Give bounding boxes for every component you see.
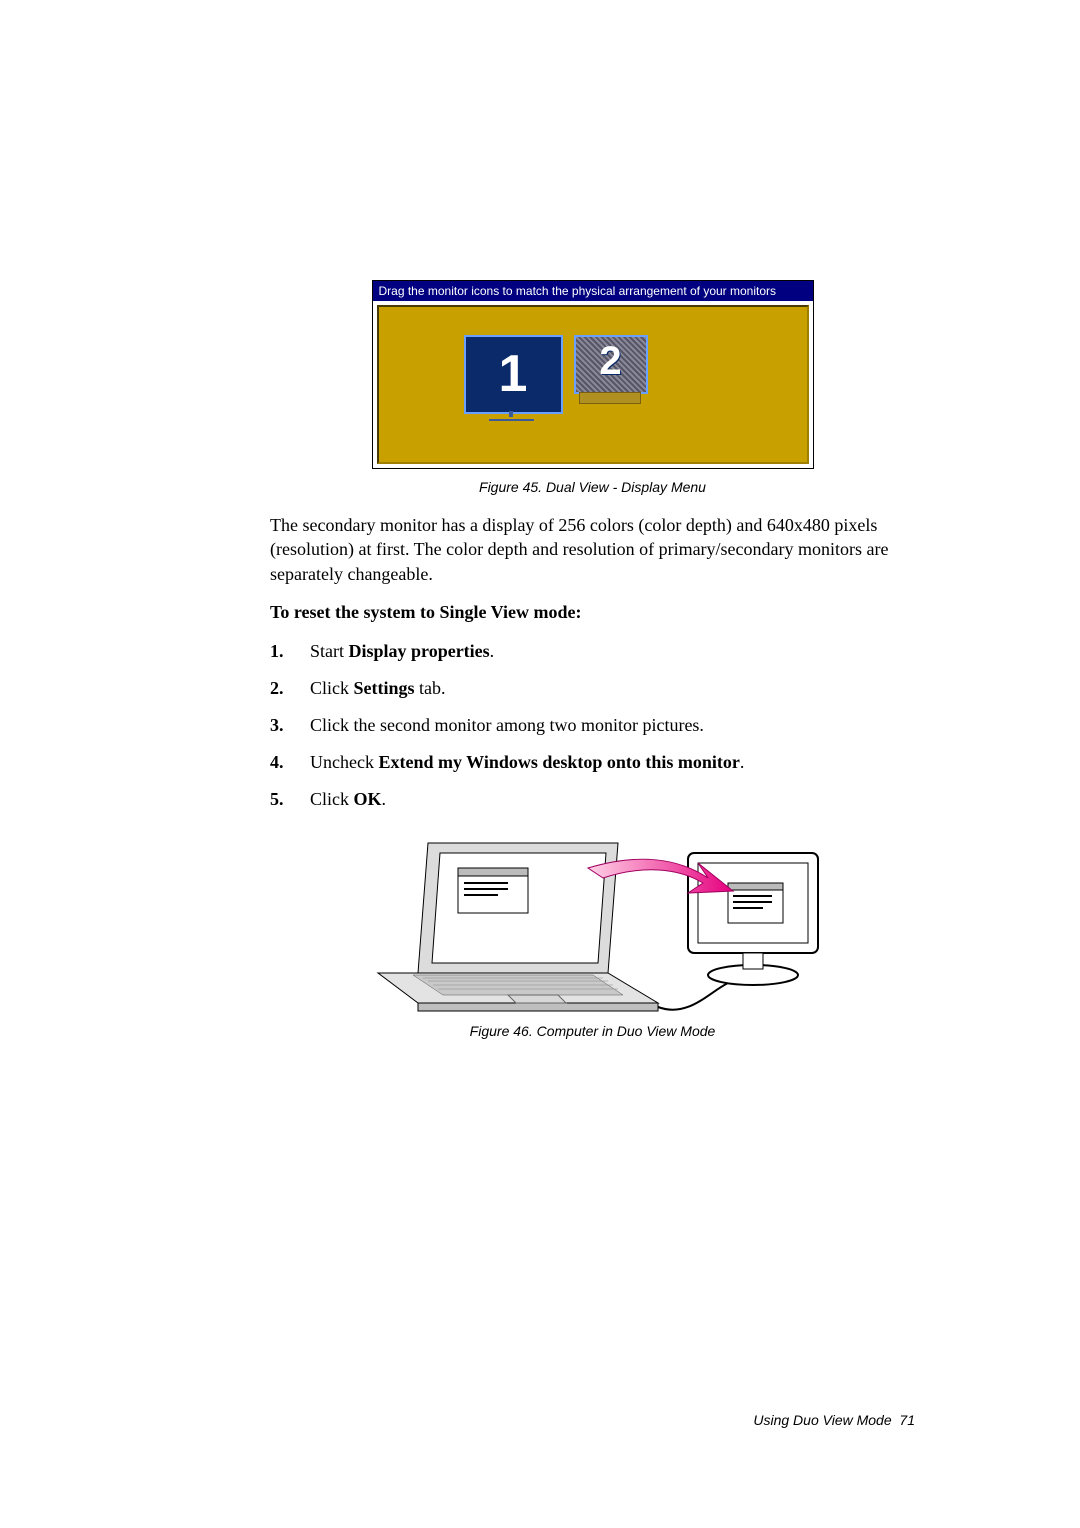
step-5-post: .	[382, 789, 387, 809]
monitor-arrangement-area[interactable]: 1 2	[377, 305, 809, 464]
page-footer: Using Duo View Mode 71	[753, 1412, 915, 1428]
step-5-emphasis: OK	[354, 789, 382, 809]
step-2-post: tab.	[415, 678, 446, 698]
step-5-pre: Click	[310, 789, 354, 809]
step-5-number: 5.	[270, 786, 284, 813]
figure-45-caption: Figure 45. Dual View - Display Menu	[270, 479, 915, 495]
step-4-number: 4.	[270, 749, 284, 776]
reset-steps-list: 1. Start Display properties. 2. Click Se…	[270, 638, 915, 813]
dialog-instruction: Drag the monitor icons to match the phys…	[373, 281, 813, 301]
step-2-pre: Click	[310, 678, 354, 698]
step-1-number: 1.	[270, 638, 284, 665]
monitor-2-icon[interactable]: 2	[574, 335, 648, 394]
step-1-emphasis: Display properties	[349, 641, 490, 661]
step-1-pre: Start	[310, 641, 349, 661]
monitor-1-icon[interactable]: 1	[464, 335, 563, 414]
step-4-emphasis: Extend my Windows desktop onto this moni…	[378, 752, 739, 772]
step-3-text: Click the second monitor among two monit…	[310, 715, 704, 735]
figure-46-caption: Figure 46. Computer in Duo View Mode	[270, 1023, 915, 1039]
step-3-number: 3.	[270, 712, 284, 739]
step-2: 2. Click Settings tab.	[270, 675, 915, 702]
step-4: 4. Uncheck Extend my Windows desktop ont…	[270, 749, 915, 776]
step-3: 3. Click the second monitor among two mo…	[270, 712, 915, 739]
paragraph-secondary-monitor: The secondary monitor has a display of 2…	[270, 513, 915, 586]
figure-45-display-settings: Drag the monitor icons to match the phys…	[372, 280, 814, 469]
page: Drag the monitor icons to match the phys…	[0, 0, 1080, 1528]
step-4-post: .	[740, 752, 745, 772]
figure-46-illustration	[358, 823, 828, 1013]
reset-heading: To reset the system to Single View mode:	[270, 600, 915, 624]
step-1-post: .	[490, 641, 495, 661]
step-1: 1. Start Display properties.	[270, 638, 915, 665]
monitor-1-stand-base	[489, 415, 534, 421]
step-5: 5. Click OK.	[270, 786, 915, 813]
step-2-emphasis: Settings	[354, 678, 415, 698]
monitor-2-base	[579, 392, 641, 404]
step-2-number: 2.	[270, 675, 284, 702]
step-4-pre: Uncheck	[310, 752, 378, 772]
footer-page-number: 71	[899, 1412, 915, 1428]
footer-section-title: Using Duo View Mode	[753, 1412, 891, 1428]
